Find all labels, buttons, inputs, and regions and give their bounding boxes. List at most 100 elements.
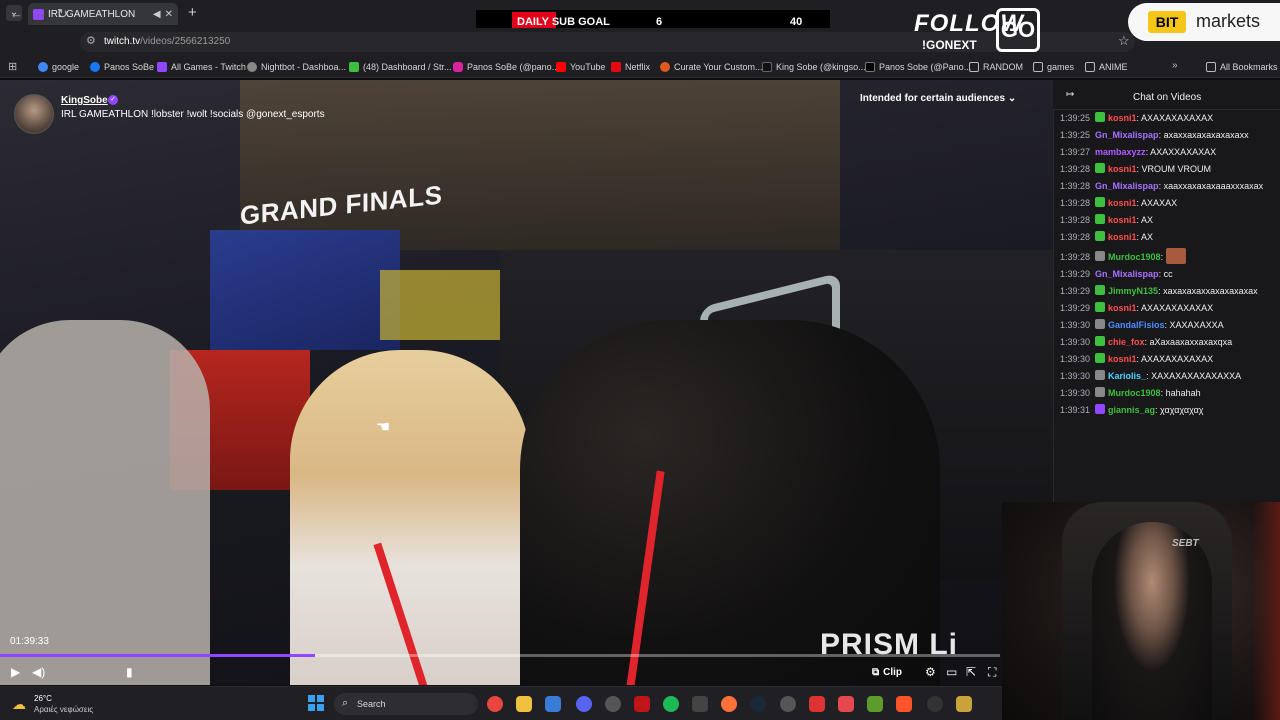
chat-username[interactable]: kosni1 — [1108, 354, 1137, 364]
chair-logo: SEBT — [1172, 538, 1199, 549]
bookmark-google[interactable]: google — [38, 60, 79, 74]
chat-badge-icon[interactable] — [1095, 404, 1106, 414]
chat-username[interactable]: JimmyN135 — [1108, 286, 1158, 296]
play-icon[interactable]: ▶ — [11, 665, 20, 679]
chat-message: 1:39:30 chie_fox: aXaxaaxaxxaxaxqxa — [1056, 334, 1270, 351]
chat-badge-icon[interactable] — [1095, 302, 1106, 312]
chat-message: 1:39:28 kosni1: VROUM VROUM — [1056, 161, 1270, 178]
bookmark-star-icon[interactable]: ☆ — [1118, 33, 1130, 49]
chat-username[interactable]: Murdoc1908 — [1108, 388, 1161, 398]
firefox-icon[interactable] — [721, 696, 737, 712]
forward-arrow-icon[interactable]: → — [34, 6, 47, 22]
weather-temperature[interactable]: 26°C — [34, 694, 52, 703]
chat-username[interactable]: Kariolis_ — [1108, 371, 1146, 381]
file-explorer-icon[interactable] — [516, 696, 532, 712]
more-bookmarks-chevron-icon[interactable]: » — [1172, 60, 1178, 71]
bookmark-panos-sobe[interactable]: Panos SoBe — [90, 60, 154, 74]
bookmark-folder-anime[interactable]: ANIME — [1085, 60, 1128, 74]
bookmark-nightbot[interactable]: Nightbot - Dashboa... — [247, 60, 346, 74]
chat-username[interactable]: kosni1 — [1108, 164, 1137, 174]
streamer-avatar[interactable] — [14, 94, 54, 134]
chat-username[interactable]: kosni1 — [1108, 113, 1137, 123]
back-arrow-icon[interactable]: ← — [10, 6, 23, 22]
theatre-mode-icon[interactable]: ▭ — [946, 665, 957, 679]
fullscreen-icon[interactable]: ⛶ — [988, 665, 996, 679]
chat-username[interactable]: kosni1 — [1108, 198, 1137, 208]
site-info-icon[interactable]: ⚙ — [86, 34, 96, 47]
audience-notice-dropdown[interactable]: Intended for certain audiences ⌄ — [860, 93, 1016, 104]
new-tab-button[interactable]: + — [188, 5, 197, 21]
chat-username[interactable]: chie_fox — [1108, 337, 1145, 347]
app-icon[interactable] — [838, 696, 854, 712]
steam-icon[interactable] — [750, 696, 766, 712]
weather-cloud-icon[interactable]: ☁ — [12, 696, 26, 713]
bookmark-dashboard[interactable]: (48) Dashboard / Str... — [349, 60, 452, 74]
clip-button[interactable]: ⧉ Clip — [872, 664, 902, 680]
4k-app-icon[interactable] — [780, 696, 796, 712]
chat-badge-icon[interactable] — [1095, 370, 1106, 380]
chat-badge-icon[interactable] — [1095, 214, 1106, 224]
bookmark-tiktok[interactable]: King Sobe (@kingso... — [762, 60, 866, 74]
spotify-icon[interactable] — [663, 696, 679, 712]
minecraft-icon[interactable] — [867, 696, 883, 712]
windows-start-icon[interactable] — [308, 695, 324, 711]
discord-icon[interactable] — [576, 696, 592, 712]
speaker-icon[interactable]: ◀ — [153, 9, 161, 20]
bookmark-instagram[interactable]: Panos SoBe (@pano... — [453, 60, 559, 74]
brave-icon[interactable] — [896, 696, 912, 712]
chat-badge-icon[interactable] — [1095, 336, 1106, 346]
chat-username[interactable]: giannis_ag — [1108, 405, 1155, 415]
app-icon[interactable] — [692, 696, 708, 712]
seek-bar[interactable] — [0, 654, 1000, 657]
bookmark-folder-games[interactable]: games — [1033, 60, 1074, 74]
chat-badge-icon[interactable] — [1095, 112, 1106, 122]
app-icon[interactable] — [809, 696, 825, 712]
chat-username[interactable]: kosni1 — [1108, 232, 1137, 242]
folder-icon — [1206, 62, 1216, 72]
chat-username[interactable]: GandalFisios — [1108, 320, 1165, 330]
obs-icon[interactable] — [605, 696, 621, 712]
bookmark-all-games-twitch[interactable]: All Games - Twitch — [157, 60, 246, 74]
collapse-chat-icon[interactable]: ↦ — [1066, 89, 1074, 100]
weather-description[interactable]: Αραιές νεφώσεις — [34, 705, 93, 714]
tab-close-icon[interactable]: ✕ — [165, 9, 173, 20]
chat-badge-icon[interactable] — [1095, 387, 1106, 397]
chat-username[interactable]: Gn_Mixalispap — [1095, 181, 1159, 191]
app-icon[interactable] — [927, 696, 943, 712]
chat-username[interactable]: kosni1 — [1108, 303, 1137, 313]
chat-badge-icon[interactable] — [1095, 197, 1106, 207]
bookmark-folder-random[interactable]: RANDOM — [969, 60, 1023, 74]
bookmark-netflix[interactable]: Netflix — [611, 60, 650, 74]
captions-icon[interactable]: ▮ — [126, 665, 133, 679]
reload-icon[interactable]: ↻ — [57, 6, 68, 22]
popout-icon[interactable]: ⇱ — [966, 665, 976, 679]
chrome-icon[interactable] — [487, 696, 503, 712]
url-text[interactable]: twitch.tv/videos/2566213250 — [104, 36, 230, 47]
app-icon[interactable] — [956, 696, 972, 712]
red-app-icon[interactable] — [634, 696, 650, 712]
chat-badge-icon[interactable] — [1095, 319, 1106, 329]
video-player[interactable]: GRAND FINALS GO PRISM Li — [0, 80, 1053, 685]
chat-badge-icon[interactable] — [1095, 251, 1106, 261]
chat-badge-icon[interactable] — [1095, 163, 1106, 173]
bookmark-curate[interactable]: Curate Your Custom... — [660, 60, 763, 74]
chat-username[interactable]: Gn_Mixalispap — [1095, 269, 1159, 279]
chat-username[interactable]: Murdoc1908 — [1108, 252, 1161, 262]
chat-badge-icon[interactable] — [1095, 231, 1106, 241]
streamer-webcam-person — [1092, 522, 1212, 720]
apps-grid-icon[interactable]: ⊞ — [8, 60, 17, 73]
store-icon[interactable] — [545, 696, 561, 712]
taskbar-search-box[interactable] — [334, 693, 478, 715]
chat-badge-icon[interactable] — [1095, 353, 1106, 363]
browser-tab-active[interactable]: IRL GAMEATHLON ◀ ✕ — [28, 3, 178, 25]
chat-badge-icon[interactable] — [1095, 285, 1106, 295]
bookmark-x[interactable]: Panos Sobe (@Pano... — [865, 60, 971, 74]
bookmark-all-bookmarks[interactable]: All Bookmarks — [1206, 60, 1278, 74]
streamer-name[interactable]: KingSobe — [61, 95, 108, 106]
bookmark-youtube[interactable]: YouTube — [556, 60, 605, 74]
settings-gear-icon[interactable]: ⚙ — [925, 665, 936, 679]
volume-icon[interactable]: ◀) — [32, 665, 45, 679]
chat-username[interactable]: Gn_Mixalispap — [1095, 130, 1159, 140]
chat-username[interactable]: mambaxyzz — [1095, 147, 1146, 157]
chat-username[interactable]: kosni1 — [1108, 215, 1137, 225]
